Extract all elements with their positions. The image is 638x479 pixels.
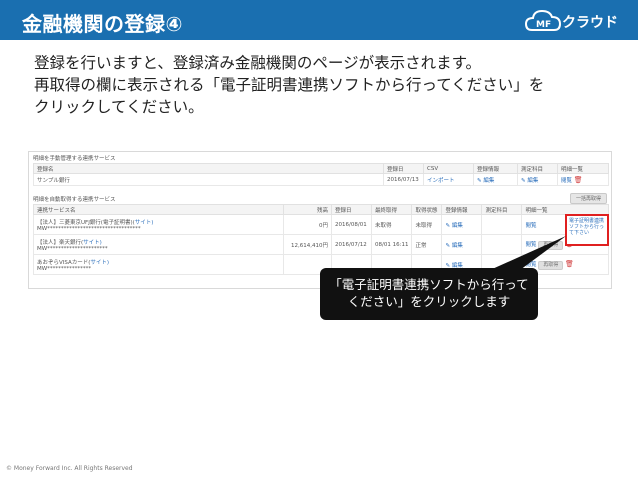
callout-line-2: ください」をクリックします: [347, 294, 511, 309]
last-fetch: 未取得: [370, 214, 413, 235]
trash-icon[interactable]: 🗑: [574, 176, 583, 184]
slide: 金融機関の登録④ MF クラウド 登録を行いますと、登録済み金融機関のページが表…: [0, 0, 638, 479]
col-subject: 測定科目: [481, 204, 523, 215]
mf-cloud-logo: MF クラウド: [524, 6, 624, 34]
fetch-status: 未取得: [411, 214, 443, 235]
pencil-icon: ✎: [477, 177, 482, 184]
header-bar: 金融機関の登録④ MF クラウド: [0, 0, 638, 40]
col-info: 登録情報: [473, 163, 518, 174]
col-csv: CSV: [423, 163, 474, 174]
reg-date: 2016/07/12: [331, 234, 372, 255]
refetch-button[interactable]: 再取得: [538, 240, 564, 250]
col-service: 連携サービス名: [33, 204, 284, 215]
e-cert-refetch-link[interactable]: 電子証明書連携ソフトから行って下さい: [569, 218, 607, 236]
col-last: 最終取得: [370, 204, 413, 215]
table-header-row: 連携サービス名 残高 登録日 最終取得 取得状態 登録情報 測定科目 明細一覧: [33, 204, 609, 215]
view-link[interactable]: 閲覧: [525, 262, 536, 268]
edit-link[interactable]: 編集: [483, 178, 494, 184]
col-balance: 残高: [283, 204, 332, 215]
bulk-refetch-button[interactable]: 一括再取得: [569, 193, 607, 204]
edit-link[interactable]: 編集: [452, 223, 463, 229]
highlight-box: 電子証明書連携ソフトから行って下さい: [565, 214, 609, 246]
trash-icon[interactable]: 🗑: [565, 260, 574, 268]
reg-date: 2016/08/01: [331, 214, 372, 235]
table-row: 【法人】三菱東京UFJ銀行(電子証明書)(サイト) MW*************…: [33, 214, 609, 235]
view-link[interactable]: 閲覧: [525, 223, 536, 229]
subject-edit-link[interactable]: 編集: [527, 178, 538, 184]
col-date: 登録日: [383, 163, 424, 174]
copyright: © Money Forward Inc. All Rights Reserved: [6, 465, 133, 472]
service-id: MW****************: [37, 265, 92, 272]
cloud-icon: MF: [524, 9, 562, 31]
view-link[interactable]: 閲覧: [525, 242, 536, 248]
balance: 0円: [283, 214, 332, 235]
callout-line-1: 「電子証明書連携ソフトから行って: [329, 277, 529, 292]
col-date: 登録日: [331, 204, 372, 215]
table-row: 【法人】楽天銀行(サイト) MW********************** 12…: [33, 234, 609, 255]
pencil-icon: ✎: [521, 177, 526, 184]
auto-section-title: 明細を自動取得する連携サービス: [33, 197, 116, 203]
col-info: 登録情報: [441, 204, 483, 215]
view-link[interactable]: 閲覧: [561, 178, 572, 184]
auto-services-table: 連携サービス名 残高 登録日 最終取得 取得状態 登録情報 測定科目 明細一覧 …: [33, 204, 609, 275]
fetch-status: 正常: [411, 234, 443, 255]
import-link[interactable]: インポート: [427, 178, 455, 184]
col-status: 取得状態: [411, 204, 443, 215]
edit-link[interactable]: 編集: [452, 243, 463, 249]
col-name: 登録名: [33, 163, 384, 174]
logo-mf-text: MF: [536, 20, 551, 30]
intro-line-2: 再取得の欄に表示される「電子証明書連携ソフトから行ってください」を: [34, 76, 545, 94]
table-row: サンプル銀行 2016/07/13 インポート ✎ 編集 ✎ 編集 閲覧 🗑: [33, 173, 609, 186]
col-list: 明細一覧: [521, 204, 609, 215]
table-header-row: 登録名 登録日 CSV 登録情報 測定科目 明細一覧: [33, 163, 609, 174]
site-link[interactable]: サイト): [90, 260, 109, 266]
manual-services-table: 登録名 登録日 CSV 登録情報 測定科目 明細一覧 サンプル銀行 2016/0…: [33, 163, 609, 186]
intro-line-1: 登録を行いますと、登録済み金融機関のページが表示されます。: [34, 54, 482, 72]
last-fetch: 08/01 16:11: [370, 234, 413, 255]
service-id: MW**********************************: [37, 225, 141, 232]
row-date: 2016/07/13: [383, 173, 424, 186]
col-list: 明細一覧: [557, 163, 609, 174]
refetch-button[interactable]: 再取得: [538, 260, 564, 270]
row-name: サンプル銀行: [33, 173, 384, 186]
callout-box: 「電子証明書連携ソフトから行って ください」をクリックします: [320, 268, 538, 320]
service-id: MW**********************: [37, 245, 108, 252]
intro-text: 登録を行いますと、登録済み金融機関のページが表示されます。 再取得の欄に表示され…: [34, 52, 624, 118]
pencil-icon: ✎: [445, 222, 451, 229]
pencil-icon: ✎: [445, 242, 451, 249]
intro-line-3: クリックしてください。: [34, 98, 204, 116]
logo-text: クラウド: [562, 15, 618, 31]
balance: 12,614,410円: [283, 234, 332, 255]
page-title: 金融機関の登録④: [22, 12, 183, 36]
col-subject: 測定科目: [517, 163, 558, 174]
manual-section-title: 明細を手動管理する連携サービス: [33, 156, 116, 162]
